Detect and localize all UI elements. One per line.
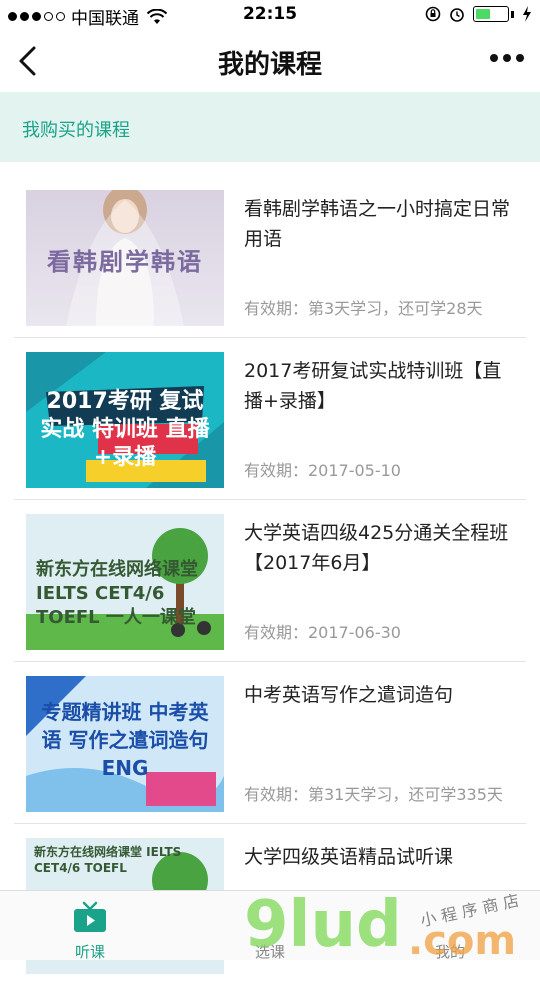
course-title: 看韩剧学韩语之一小时搞定日常用语 [244,198,511,250]
course-item[interactable]: 2017考研 复试实战 特训班 直播+录播 2017考研复试实战特训班【直播+录… [0,338,540,500]
tab-mine[interactable]: 我的 [360,891,540,961]
nav-bar: 我的课程 [0,30,540,92]
rotation-lock-icon [425,6,441,22]
course-validity: 有效期：2017-05-10 [244,461,401,480]
thumbnail-caption: 2017考研 复试实战 特训班 直播+录播 [40,389,210,470]
course-list: 看韩剧学韩语 看韩剧学韩语之一小时搞定日常用语 有效期：第3天学习，还可学28天… [0,176,540,986]
course-item[interactable]: 新东方在线网络课堂 IELTS CET4/6 TOEFL 一人一课堂 大学英语四… [0,500,540,662]
more-dots-icon[interactable] [490,54,524,62]
alarm-icon [450,8,464,22]
course-validity: 有效期：第31天学习，还可学335天 [244,785,503,804]
course-validity: 有效期：2017-06-30 [244,623,401,642]
thumbnail-caption: 专题精讲班 中考英语 写作之遣词造句 ENG [41,700,209,780]
section-title: 我购买的课程 [22,120,130,141]
battery-icon [473,6,509,22]
course-item[interactable]: 看韩剧学韩语 看韩剧学韩语之一小时搞定日常用语 有效期：第3天学习，还可学28天 [0,176,540,338]
course-title: 大学四级英语精品试听课 [244,846,454,868]
page-title: 我的课程 [217,50,322,80]
status-bar: 中国联通 22:15 [0,0,540,30]
tab-listen[interactable]: 听课 [0,891,180,961]
course-validity: 有效期：第3天学习，还可学28天 [244,299,483,318]
battery-level-fill [476,9,490,19]
section-header: 我购买的课程 [0,92,540,162]
thumbnail-caption: 看韩剧学韩语 [47,248,203,276]
battery-cap [511,10,514,18]
course-title: 中考英语写作之遣词造句 [244,684,454,706]
course-thumbnail: 新东方在线网络课堂 IELTS CET4/6 TOEFL 一人一课堂 [26,514,224,650]
course-thumbnail: 专题精讲班 中考英语 写作之遣词造句 ENG [26,676,224,812]
course-title: 2017考研复试实战特训班【直播+录播】 [244,360,502,412]
status-right [425,6,532,22]
tab-label: 我的 [434,943,465,961]
thumbnail-caption: 新东方在线网络课堂 IELTS CET4/6 TOEFL 一人一课堂 [36,559,198,628]
tab-select-course[interactable]: 选课 [180,891,360,961]
course-title: 大学英语四级425分通关全程班 【2017年6月】 [244,522,509,574]
tab-label: 选课 [254,943,285,961]
charging-bolt-icon [523,6,531,22]
course-item[interactable]: 专题精讲班 中考英语 写作之遣词造句 ENG 中考英语写作之遣词造句 有效期：第… [0,662,540,824]
course-thumbnail: 2017考研 复试实战 特训班 直播+录播 [26,352,224,488]
tab-bar: 听课 选课 我的 [0,890,540,961]
tab-label: 听课 [74,943,105,961]
tv-play-icon [74,901,106,932]
thumbnail-caption: 新东方在线网络课堂 IELTS CET4/6 TOEFL [34,845,182,875]
course-thumbnail: 看韩剧学韩语 [26,190,224,326]
